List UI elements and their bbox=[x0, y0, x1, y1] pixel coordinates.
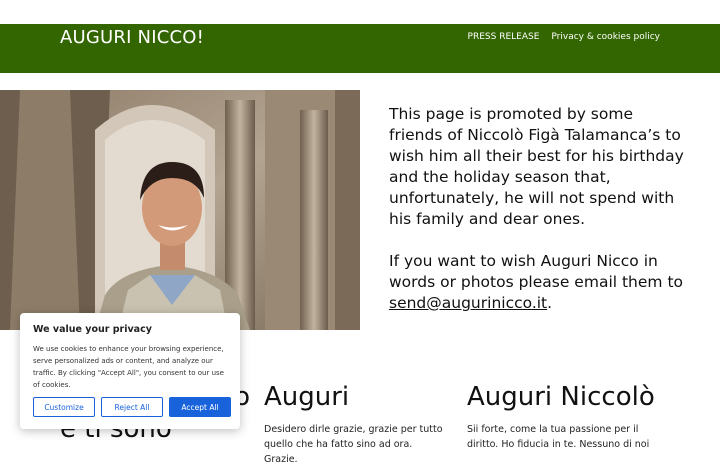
customize-button[interactable]: Customize bbox=[33, 397, 95, 417]
accept-all-button[interactable]: Accept All bbox=[169, 397, 231, 417]
intro-text: This page is promoted by some friends of… bbox=[389, 104, 689, 335]
column-3: Auguri Niccolò Sii forte, come la tua pa… bbox=[467, 380, 667, 452]
intro-paragraph: This page is promoted by some friends of… bbox=[389, 105, 684, 228]
top-spacer bbox=[0, 0, 720, 24]
cookie-consent-banner: We value your privacy We use cookies to … bbox=[20, 313, 240, 429]
column-2-text: Desidero dirle grazie, grazie per tutto … bbox=[264, 424, 443, 465]
column-2: Auguri Desidero dirle grazie, grazie per… bbox=[264, 380, 444, 467]
cookie-text: We use cookies to enhance your browsing … bbox=[33, 345, 224, 389]
main-nav: PRESS RELEASE Privacy & cookies policy bbox=[468, 31, 660, 43]
contact-suffix: . bbox=[547, 294, 553, 312]
column-3-text: Sii forte, come la tua passione per il d… bbox=[467, 424, 650, 450]
site-header: AUGURI NICCO! PRESS RELEASE Privacy & co… bbox=[0, 24, 720, 73]
column-3-title: Auguri Niccolò bbox=[467, 382, 655, 412]
portrait-image bbox=[0, 90, 360, 330]
nav-privacy-policy[interactable]: Privacy & cookies policy bbox=[551, 31, 660, 43]
column-2-title: Auguri bbox=[264, 382, 350, 412]
site-title[interactable]: AUGURI NICCO! bbox=[60, 26, 204, 50]
email-link[interactable]: send@augurinicco.it bbox=[389, 294, 547, 312]
contact-text: If you want to wish Auguri Nicco in word… bbox=[389, 252, 684, 291]
hero-photo bbox=[0, 90, 360, 330]
cookie-buttons: Customize Reject All Accept All bbox=[33, 397, 231, 417]
cookie-title: We value your privacy bbox=[33, 324, 152, 335]
contact-paragraph: If you want to wish Auguri Nicco in word… bbox=[389, 251, 689, 314]
nav-press-release[interactable]: PRESS RELEASE bbox=[468, 31, 540, 43]
reject-all-button[interactable]: Reject All bbox=[101, 397, 163, 417]
